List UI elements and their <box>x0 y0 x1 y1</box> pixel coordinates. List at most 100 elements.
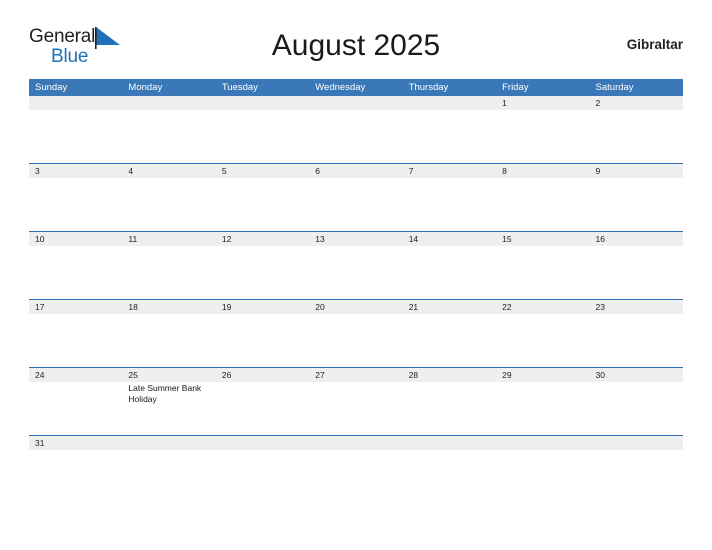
day-events[interactable] <box>29 382 122 435</box>
day-events[interactable] <box>309 110 402 163</box>
page-title: August 2025 <box>271 29 441 62</box>
week-date-band: 3 4 5 6 7 8 9 <box>29 164 683 178</box>
date-number[interactable] <box>216 436 309 450</box>
week-date-band: 31 <box>29 436 683 450</box>
weekday-header-friday: Friday <box>502 82 529 93</box>
day-events[interactable] <box>216 382 309 435</box>
day-events[interactable] <box>403 246 496 299</box>
date-number[interactable]: 1 <box>496 96 589 110</box>
date-number[interactable]: 20 <box>309 300 402 314</box>
day-events[interactable] <box>122 314 215 367</box>
weekday-header-sunday: Sunday <box>35 82 68 93</box>
date-number[interactable]: 28 <box>403 368 496 382</box>
day-events[interactable] <box>403 178 496 231</box>
day-events[interactable] <box>403 314 496 367</box>
page-header: General Blue August 2025 Gibraltar <box>29 24 683 72</box>
day-events[interactable] <box>29 246 122 299</box>
day-events[interactable] <box>496 110 589 163</box>
date-number[interactable]: 4 <box>122 164 215 178</box>
day-events[interactable] <box>122 110 215 163</box>
date-number[interactable]: 9 <box>590 164 683 178</box>
day-events[interactable] <box>29 110 122 163</box>
day-events[interactable] <box>496 314 589 367</box>
day-events[interactable] <box>309 382 402 435</box>
date-number[interactable]: 17 <box>29 300 122 314</box>
date-number[interactable] <box>216 96 309 110</box>
day-events[interactable] <box>590 178 683 231</box>
date-number[interactable]: 27 <box>309 368 402 382</box>
day-events[interactable] <box>29 314 122 367</box>
day-events[interactable] <box>403 382 496 435</box>
day-events[interactable] <box>403 110 496 163</box>
day-events[interactable] <box>216 110 309 163</box>
week-event-band <box>29 314 683 367</box>
date-number[interactable] <box>590 436 683 450</box>
date-number[interactable]: 3 <box>29 164 122 178</box>
date-number[interactable]: 22 <box>496 300 589 314</box>
date-number[interactable]: 2 <box>590 96 683 110</box>
date-number[interactable]: 12 <box>216 232 309 246</box>
date-number[interactable]: 31 <box>29 436 122 450</box>
date-number[interactable] <box>403 96 496 110</box>
date-number[interactable]: 23 <box>590 300 683 314</box>
date-number[interactable] <box>309 96 402 110</box>
day-events[interactable] <box>309 246 402 299</box>
day-events[interactable] <box>216 178 309 231</box>
date-number[interactable]: 6 <box>309 164 402 178</box>
day-events[interactable] <box>122 246 215 299</box>
date-number[interactable] <box>403 436 496 450</box>
week-date-band: 1 2 <box>29 96 683 110</box>
day-events[interactable] <box>496 246 589 299</box>
date-number[interactable]: 8 <box>496 164 589 178</box>
day-events-holiday[interactable]: Late Summer Bank Holiday <box>122 382 215 435</box>
day-events[interactable] <box>590 246 683 299</box>
date-number[interactable]: 29 <box>496 368 589 382</box>
weekday-header-tuesday: Tuesday <box>221 82 258 93</box>
calendar-grid: Sunday Monday Tuesday Wednesday Thursday… <box>29 79 683 450</box>
date-number[interactable]: 15 <box>496 232 589 246</box>
date-number[interactable]: 26 <box>216 368 309 382</box>
weekday-header-wednesday: Wednesday <box>315 82 366 93</box>
week-date-band: 10 11 12 13 14 15 16 <box>29 232 683 246</box>
day-events[interactable] <box>309 314 402 367</box>
weekday-header-monday: Monday <box>128 82 163 93</box>
week-event-band <box>29 110 683 163</box>
day-events[interactable] <box>496 382 589 435</box>
date-number[interactable] <box>122 436 215 450</box>
date-number[interactable] <box>29 96 122 110</box>
day-events[interactable] <box>29 178 122 231</box>
day-events[interactable] <box>309 178 402 231</box>
date-number[interactable]: 7 <box>403 164 496 178</box>
calendar-page: General Blue August 2025 Gibraltar Sunda… <box>0 0 712 550</box>
weekday-header-row: Sunday Monday Tuesday Wednesday Thursday… <box>29 79 683 96</box>
date-number[interactable]: 11 <box>122 232 215 246</box>
date-number[interactable]: 24 <box>29 368 122 382</box>
day-events[interactable] <box>590 110 683 163</box>
week-row: 1 2 <box>29 96 683 163</box>
day-events[interactable] <box>216 246 309 299</box>
day-events[interactable] <box>496 178 589 231</box>
week-row: 31 <box>29 435 683 450</box>
date-number[interactable]: 19 <box>216 300 309 314</box>
date-number[interactable] <box>496 436 589 450</box>
day-events[interactable] <box>122 178 215 231</box>
date-number[interactable] <box>309 436 402 450</box>
date-number[interactable]: 21 <box>403 300 496 314</box>
day-events[interactable] <box>216 314 309 367</box>
day-events[interactable] <box>590 382 683 435</box>
week-date-band: 24 25 26 27 28 29 30 <box>29 368 683 382</box>
date-number[interactable] <box>122 96 215 110</box>
date-number[interactable]: 13 <box>309 232 402 246</box>
date-number[interactable]: 25 <box>122 368 215 382</box>
weekday-header-thursday: Thursday <box>408 82 449 93</box>
week-row: 17 18 19 20 21 22 23 <box>29 299 683 367</box>
date-number[interactable]: 30 <box>590 368 683 382</box>
week-event-band <box>29 246 683 299</box>
date-number[interactable]: 10 <box>29 232 122 246</box>
date-number[interactable]: 5 <box>216 164 309 178</box>
date-number[interactable]: 16 <box>590 232 683 246</box>
day-events[interactable] <box>590 314 683 367</box>
week-event-band <box>29 178 683 231</box>
date-number[interactable]: 14 <box>403 232 496 246</box>
date-number[interactable]: 18 <box>122 300 215 314</box>
